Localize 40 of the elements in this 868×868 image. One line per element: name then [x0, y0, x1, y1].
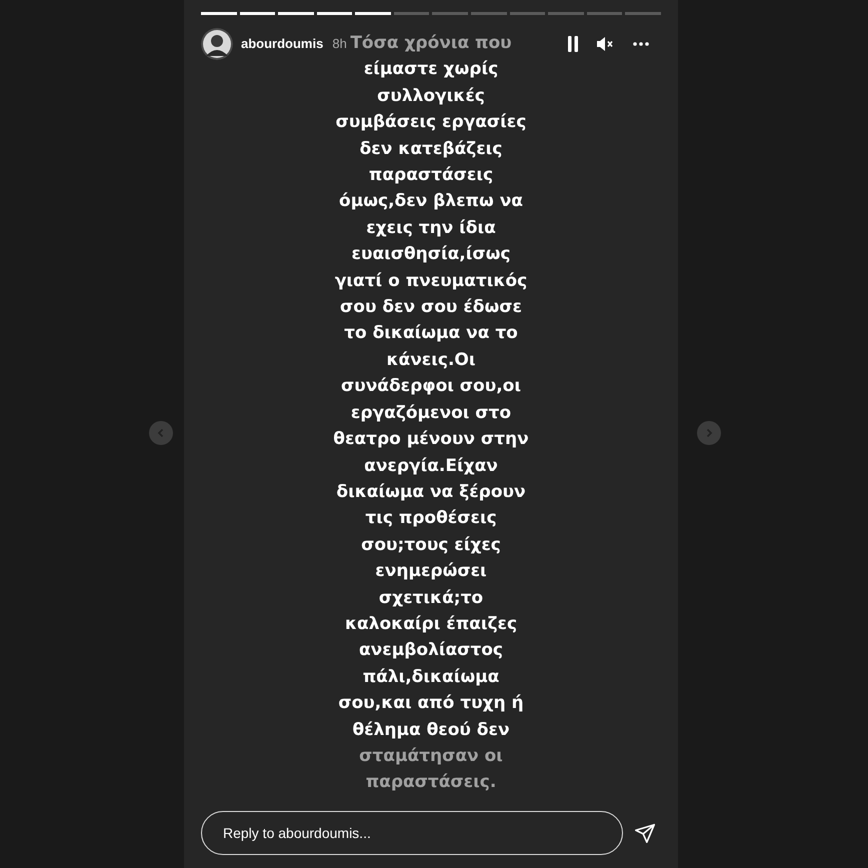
reply-field[interactable]: Reply to abourdoumis...	[201, 811, 623, 855]
story-text-line: εργαζόμενοι στο	[350, 402, 512, 425]
story-text-line: δικαίωμα να ξέρουν	[336, 480, 526, 504]
post-time: 8h	[332, 35, 347, 54]
story-text-line: σου,και από τυχη ή	[338, 692, 524, 716]
story-text-line: συμβάσεις εργασίες	[336, 111, 526, 134]
story-text-line: συνάδερφοι σου,οι	[341, 375, 521, 398]
story-text-line: σου δεν σου έδωσε	[340, 296, 522, 320]
story-text-line: ανεργία.Είχαν	[364, 454, 498, 478]
story-text-line: πάλι,δικαίωμα	[362, 666, 500, 689]
story-text-line: παραστάσεις	[368, 164, 494, 188]
speaker-muted-icon	[596, 36, 614, 52]
story-text-line: συλλογικές	[377, 84, 485, 108]
more-icon	[633, 42, 649, 46]
story-text-line: σχετικά;το	[378, 586, 484, 610]
story-text-line: θέλημα θεού δεν	[352, 718, 510, 742]
story-text-line: ενημερώσει	[375, 560, 487, 584]
story-text-line: σου;τους είχες	[361, 534, 501, 557]
unmute-button[interactable]	[596, 35, 614, 53]
story-text-line: εχεις την ίδια	[366, 216, 496, 240]
story-text-line: γιατί ο πνευματικός	[334, 270, 528, 293]
story-text-line: σταμάτησαν οι	[359, 744, 503, 768]
chevron-right-icon	[704, 428, 714, 438]
chevron-left-icon	[156, 428, 166, 438]
story-text-line: θεατρο μένουν στην	[333, 428, 529, 452]
story-text-line: παραστάσεις.	[366, 771, 496, 794]
story-text-line: τις προθέσεις	[365, 507, 497, 530]
send-button[interactable]	[633, 821, 657, 845]
story-text-line: κάνεις.Οι	[386, 348, 476, 372]
pause-icon	[567, 36, 579, 52]
story-text-line: ευαισθησία,ίσως	[352, 243, 510, 266]
story-text-line: το δικαίωμα να το	[344, 322, 518, 346]
story-text-line: όμως,δεν βλεπω να	[339, 190, 523, 214]
story-text-line: ανεμβολίαστος	[359, 639, 503, 662]
story-text-line: είμαστε χωρίς	[364, 58, 498, 82]
story-text-line: δεν κατεβάζεις	[360, 138, 502, 161]
story-text-line: καλοκαίρι έπαιζες	[344, 612, 518, 636]
send-icon	[634, 822, 656, 844]
story-text-line: Τόσα χρόνια που	[350, 32, 512, 55]
username[interactable]: abourdoumis	[241, 34, 324, 54]
